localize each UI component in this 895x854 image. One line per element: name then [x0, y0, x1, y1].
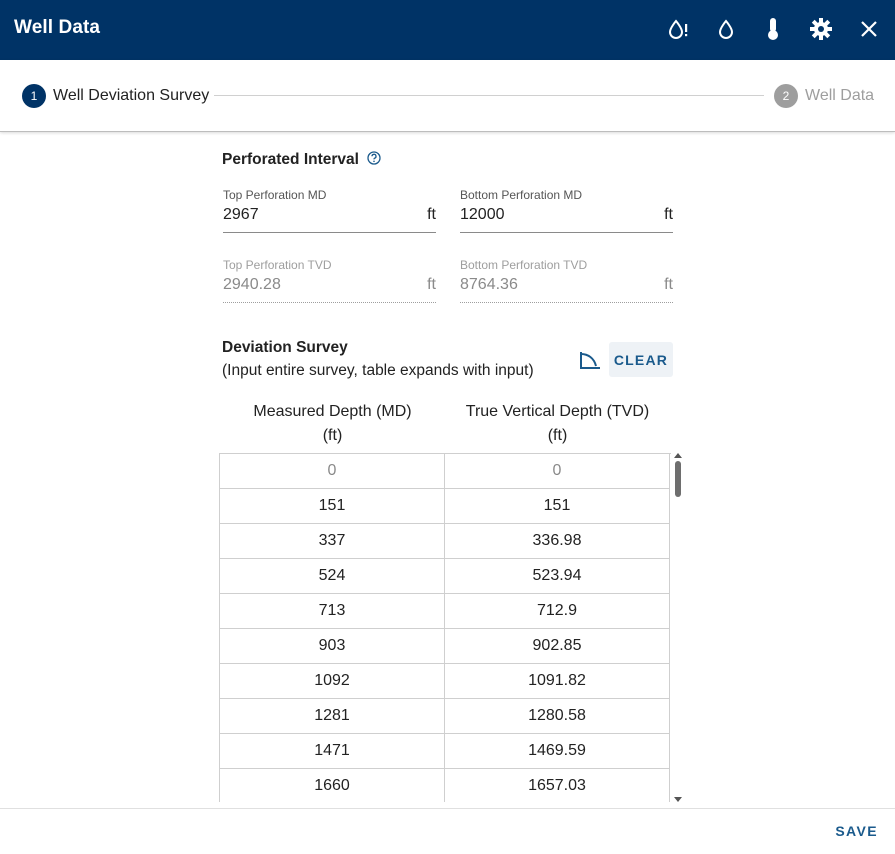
tvd-cell[interactable]: 712.9 — [445, 594, 670, 629]
md-cell[interactable]: 1281 — [220, 699, 445, 734]
scroll-down-arrow-icon[interactable] — [674, 797, 682, 802]
top-perforation-md-field[interactable]: Top Perforation MD 2967 ft — [223, 188, 436, 244]
deviation-survey-table: 0 0 151 151 337 336.98 524 523.94 713 71… — [219, 453, 671, 802]
md-cell[interactable]: 1092 — [220, 664, 445, 699]
help-icon[interactable] — [367, 151, 381, 165]
step-well-data[interactable]: 2 Well Data — [774, 84, 874, 108]
column-header-unit: (ft) — [547, 427, 568, 444]
tvd-cell[interactable]: 1280.58 — [445, 699, 670, 734]
column-header-md: Measured Depth (MD) (ft) — [220, 400, 445, 448]
drop-alert-icon[interactable] — [665, 16, 691, 42]
bottom-perforation-md-input[interactable]: 12000 — [460, 206, 505, 224]
md-cell[interactable]: 903 — [220, 629, 445, 664]
md-cell[interactable]: 1471 — [220, 734, 445, 769]
md-cell[interactable]: 337 — [220, 524, 445, 559]
dialog-header: Well Data — [0, 0, 895, 60]
dialog-footer: SAVE — [0, 808, 895, 854]
deviation-survey-title: Deviation Survey — [222, 339, 348, 356]
field-underline — [460, 232, 673, 233]
field-underline — [223, 232, 436, 233]
column-header-tvd: True Vertical Depth (TVD) (ft) — [445, 400, 670, 448]
table-row: 1281 1280.58 — [220, 699, 671, 734]
step-label: Well Data — [805, 87, 875, 104]
bottom-perforation-tvd-value: 8764.36 — [460, 276, 518, 293]
bottom-perforation-tvd-field: Bottom Perforation TVD 8764.36 ft — [460, 258, 673, 314]
tvd-cell[interactable]: 1657.03 — [445, 769, 670, 802]
table-row: 713 712.9 — [220, 594, 671, 629]
save-button[interactable]: SAVE — [835, 823, 878, 839]
step-number: 1 — [22, 84, 46, 108]
table-row: 1660 1657.03 — [220, 769, 671, 802]
field-label: Bottom Perforation TVD — [460, 258, 588, 272]
md-cell[interactable]: 0 — [220, 454, 445, 489]
close-icon[interactable] — [856, 16, 882, 42]
table-row: 151 151 — [220, 489, 671, 524]
dialog-title: Well Data — [14, 17, 101, 38]
tvd-cell[interactable]: 523.94 — [445, 559, 670, 594]
clear-button[interactable]: CLEAR — [609, 342, 673, 377]
tvd-cell[interactable]: 1469.59 — [445, 734, 670, 769]
tvd-cell[interactable]: 1091.82 — [445, 664, 670, 699]
top-perforation-tvd-value: 2940.28 — [223, 276, 281, 293]
scroll-thumb[interactable] — [675, 461, 681, 497]
step-label: Well Deviation Survey — [53, 87, 210, 104]
tvd-cell[interactable]: 902.85 — [445, 629, 670, 664]
drop-icon[interactable] — [713, 16, 739, 42]
top-perforation-tvd-field: Top Perforation TVD 2940.28 ft — [223, 258, 436, 314]
unit-label: ft — [664, 206, 673, 223]
field-underline — [460, 302, 673, 303]
md-cell[interactable]: 1660 — [220, 769, 445, 802]
well-data-dialog: Well Data 1 Well Deviation Survey 2 Well… — [0, 0, 895, 854]
table-row: 0 0 — [220, 454, 671, 489]
table-row: 337 336.98 — [220, 524, 671, 559]
unit-label: ft — [664, 276, 673, 293]
stepper: 1 Well Deviation Survey 2 Well Data — [0, 60, 895, 132]
column-header-label: Measured Depth (MD) — [253, 403, 412, 420]
perforated-interval-title: Perforated Interval — [222, 151, 359, 168]
table-row: 1092 1091.82 — [220, 664, 671, 699]
tvd-cell[interactable]: 151 — [445, 489, 670, 524]
column-header-unit: (ft) — [322, 427, 343, 444]
field-label: Top Perforation MD — [223, 188, 327, 202]
step-connector — [214, 95, 764, 96]
field-underline — [223, 302, 436, 303]
tvd-cell[interactable]: 336.98 — [445, 524, 670, 559]
md-cell[interactable]: 524 — [220, 559, 445, 594]
table-scrollbar[interactable] — [673, 453, 683, 802]
table-row: 1471 1469.59 — [220, 734, 671, 769]
md-cell[interactable]: 713 — [220, 594, 445, 629]
table-row: 524 523.94 — [220, 559, 671, 594]
gear-icon[interactable] — [808, 16, 834, 42]
step-number: 2 — [774, 84, 798, 108]
chart-icon[interactable] — [576, 346, 604, 374]
step-well-deviation-survey[interactable]: 1 Well Deviation Survey — [22, 84, 209, 108]
field-label: Bottom Perforation MD — [460, 188, 583, 202]
table-row: 903 902.85 — [220, 629, 671, 664]
tvd-cell[interactable]: 0 — [445, 454, 670, 489]
md-cell[interactable]: 151 — [220, 489, 445, 524]
field-label: Top Perforation TVD — [223, 258, 332, 272]
top-perforation-md-input[interactable]: 2967 — [223, 206, 259, 224]
bottom-perforation-md-field[interactable]: Bottom Perforation MD 12000 ft — [460, 188, 673, 244]
unit-label: ft — [427, 276, 436, 293]
unit-label: ft — [427, 206, 436, 223]
thermometer-icon[interactable] — [760, 16, 786, 42]
deviation-survey-hint: (Input entire survey, table expands with… — [222, 362, 534, 379]
column-header-label: True Vertical Depth (TVD) — [465, 403, 650, 420]
scroll-up-arrow-icon[interactable] — [674, 453, 682, 458]
